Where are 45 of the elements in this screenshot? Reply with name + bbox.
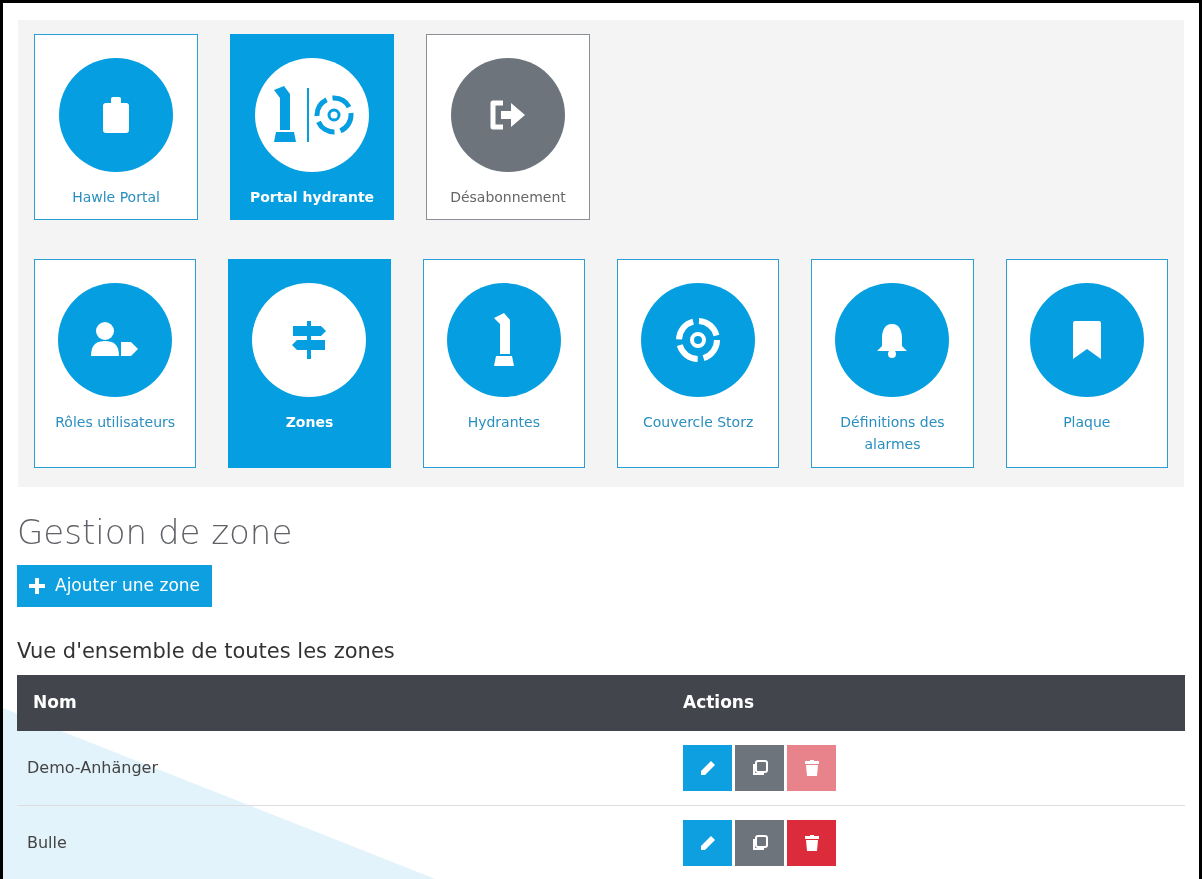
- column-header: Nom: [32, 691, 78, 715]
- overview-title: Vue d'ensemble de toutes les zones: [17, 638, 396, 665]
- tile-label: Portal hydrante: [248, 188, 376, 207]
- delete-button[interactable]: [787, 820, 836, 866]
- app-tile[interactable]: Hydrantes: [422, 259, 585, 468]
- plus-icon: [29, 578, 45, 594]
- app-tile[interactable]: Plaque: [1005, 259, 1168, 468]
- hydrant-icon: [491, 312, 516, 368]
- sign-out-icon: [489, 100, 527, 130]
- app-tile[interactable]: Rôles utilisateurs: [34, 259, 197, 468]
- edit-button[interactable]: [683, 745, 732, 791]
- zone-name: Demo-Anhänger: [26, 757, 159, 779]
- tile-label: Couvercle Storz: [642, 413, 755, 432]
- edit-button[interactable]: [683, 820, 732, 866]
- bookmark-icon: [1072, 321, 1101, 359]
- trash-icon: [804, 760, 819, 776]
- trash-icon: [804, 835, 819, 851]
- app-tile[interactable]: Couvercle Storz: [617, 259, 780, 468]
- add-zone-button[interactable]: Ajouter une zone: [17, 565, 212, 607]
- signpost-icon: [291, 321, 328, 359]
- user-tag-icon: [91, 322, 140, 358]
- tile-label: Rôles utilisateurs: [54, 413, 177, 432]
- pencil-icon: [699, 835, 716, 851]
- tile-label: Hawle Portal: [71, 188, 161, 207]
- bell-icon: [876, 322, 909, 358]
- storz-cover-icon: [675, 317, 722, 363]
- pencil-icon: [699, 760, 716, 776]
- app-tile[interactable]: Hawle Portal: [34, 34, 198, 220]
- clipboard-icon: [103, 97, 129, 133]
- app-tile[interactable]: Désabonnement: [426, 34, 590, 220]
- copy-button[interactable]: [735, 745, 784, 791]
- app-tile[interactable]: Zones: [228, 259, 391, 468]
- tile-label: Définitions des alarmes: [839, 413, 946, 454]
- app-tile[interactable]: Définitions des alarmes: [811, 259, 974, 468]
- app-tile[interactable]: Portal hydrante: [230, 34, 394, 220]
- page-title: Gestion de zone: [17, 511, 294, 554]
- tile-label: Zones: [284, 413, 335, 432]
- column-header: Actions: [683, 691, 755, 715]
- tile-label: Hydrantes: [466, 413, 541, 432]
- zone-name: Bulle: [26, 832, 68, 854]
- tile-label: Désabonnement: [449, 188, 567, 207]
- tile-label: Plaque: [1062, 413, 1112, 432]
- copy-icon: [751, 835, 768, 851]
- copy-icon: [751, 760, 768, 776]
- copy-button[interactable]: [735, 820, 784, 866]
